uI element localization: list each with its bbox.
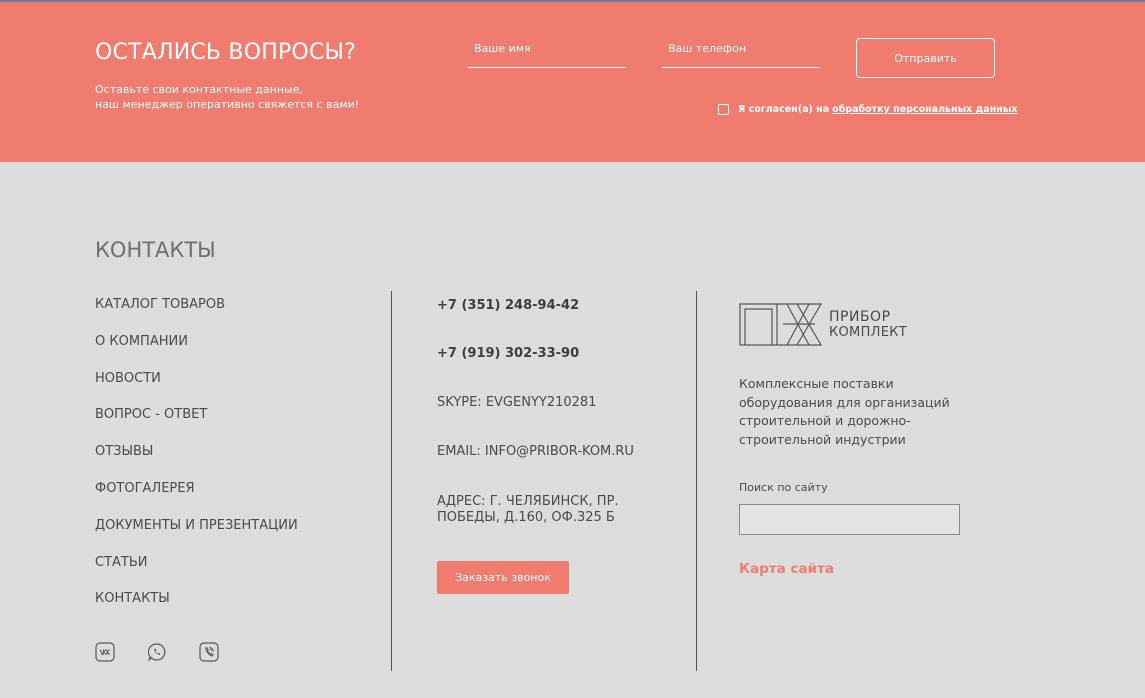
sitemap-link[interactable]: Карта сайта bbox=[739, 561, 834, 577]
footer-nav: КАТАЛОГ ТОВАРОВ О КОМПАНИИ НОВОСТИ ВОПРО… bbox=[95, 297, 298, 628]
logo-name-line-1: ПРИБОР bbox=[829, 309, 891, 325]
skype-contact: SKYPE: EVGENYY210281 bbox=[437, 395, 597, 410]
nav-item-gallery[interactable]: ФОТОГАЛЕРЕЯ bbox=[95, 481, 298, 518]
logo-text: ПРИБОР КОМПЛЕКТ bbox=[829, 309, 908, 341]
consent-checkbox[interactable] bbox=[718, 104, 729, 115]
nav-item-catalog[interactable]: КАТАЛОГ ТОВАРОВ bbox=[95, 297, 298, 334]
nav-item-faq[interactable]: ВОПРОС - ОТВЕТ bbox=[95, 407, 298, 444]
logo-mark-icon bbox=[739, 303, 823, 346]
site-search-label: Поиск по сайту bbox=[739, 481, 828, 494]
column-divider-1 bbox=[391, 291, 392, 671]
submit-button[interactable]: Отправить bbox=[856, 38, 995, 78]
description-line-4: строительной индустрии bbox=[739, 431, 906, 447]
privacy-policy-link[interactable]: обработку персональных данных bbox=[832, 104, 1017, 115]
site-search-input[interactable] bbox=[739, 504, 960, 535]
description-line-1: Комплексные поставки bbox=[739, 376, 894, 391]
name-input[interactable] bbox=[468, 38, 626, 68]
phone-number-1[interactable]: +7 (351) 248-94-42 bbox=[437, 298, 579, 314]
whatsapp-icon[interactable] bbox=[147, 642, 167, 662]
address: АДРЕС: Г. ЧЕЛЯБИНСК, ПР. ПОБЕДЫ, Д.160, … bbox=[437, 494, 619, 526]
feedback-subtitle-line-2: наш менеджер оперативно свяжется с вами! bbox=[95, 98, 360, 111]
feedback-band: ОСТАЛИСЬ ВОПРОСЫ? Оставьте свои контактн… bbox=[0, 0, 1145, 162]
nav-item-reviews[interactable]: ОТЗЫВЫ bbox=[95, 444, 298, 481]
nav-item-documents[interactable]: ДОКУМЕНТЫ И ПРЕЗЕНТАЦИИ bbox=[95, 518, 298, 555]
contacts-heading: КОНТАКТЫ bbox=[95, 238, 216, 262]
company-logo[interactable]: ПРИБОР КОМПЛЕКТ bbox=[739, 301, 907, 347]
company-description: Комплексные поставки оборудования для ор… bbox=[739, 375, 979, 449]
address-line-1: АДРЕС: Г. ЧЕЛЯБИНСК, ПР. bbox=[437, 494, 619, 509]
feedback-subtitle: Оставьте свои контактные данные, наш мен… bbox=[95, 82, 359, 112]
description-line-2: оборудования для организаций bbox=[739, 394, 950, 410]
feedback-subtitle-line-1: Оставьте свои контактные данные, bbox=[95, 83, 303, 96]
address-line-2: ПОБЕДЫ, Д.160, ОФ.325 Б bbox=[437, 510, 615, 525]
description-line-3: строительной и дорожно- bbox=[739, 413, 911, 428]
feedback-title: ОСТАЛИСЬ ВОПРОСЫ? bbox=[95, 40, 356, 65]
logo-name-line-2: КОМПЛЕКТ bbox=[829, 325, 908, 340]
nav-item-about[interactable]: О КОМПАНИИ bbox=[95, 334, 298, 371]
nav-item-news[interactable]: НОВОСТИ bbox=[95, 371, 298, 408]
column-divider-2 bbox=[696, 291, 697, 671]
vk-icon[interactable] bbox=[95, 642, 115, 662]
social-links bbox=[95, 642, 251, 662]
nav-item-articles[interactable]: СТАТЬИ bbox=[95, 555, 298, 592]
request-call-button[interactable]: Заказать звонок bbox=[437, 561, 569, 594]
phone-number-2[interactable]: +7 (919) 302-33-90 bbox=[437, 346, 579, 362]
viber-icon[interactable] bbox=[199, 642, 219, 662]
phone-input[interactable] bbox=[662, 38, 820, 68]
nav-item-contacts[interactable]: КОНТАКТЫ bbox=[95, 591, 298, 628]
consent-label: Я согласен(а) на bbox=[738, 104, 830, 115]
consent-row: Я согласен(а) на обработку персональных … bbox=[718, 104, 1018, 115]
email-contact[interactable]: EMAIL: INFO@PRIBOR-KOM.RU bbox=[437, 444, 634, 460]
